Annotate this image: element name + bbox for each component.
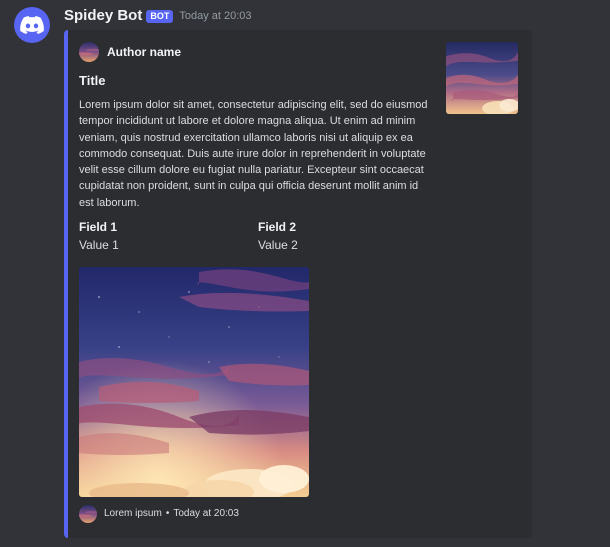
embed-footer: Lorem ipsum • Today at 20:03 <box>79 505 239 523</box>
message-header: Spidey Bot BOT Today at 20:03 <box>64 6 252 26</box>
chat-message: Spidey Bot BOT Today at 20:03 Author nam… <box>0 0 610 547</box>
username[interactable]: Spidey Bot <box>64 6 142 26</box>
embed-author: Author name <box>79 42 181 62</box>
embed-title[interactable]: Title <box>79 72 106 90</box>
embed-field: Field 2 Value 2 <box>258 218 437 254</box>
field-value: Value 1 <box>79 238 119 252</box>
bot-avatar[interactable] <box>14 7 50 43</box>
author-icon <box>79 42 99 62</box>
bot-tag: BOT <box>146 9 174 23</box>
embed-field: Field 1 Value 1 <box>79 218 258 254</box>
footer-separator: • <box>165 508 170 519</box>
embed-description: Lorem ipsum dolor sit amet, consectetur … <box>79 99 428 209</box>
message-timestamp[interactable]: Today at 20:03 <box>179 6 251 26</box>
field-value: Value 2 <box>258 238 298 252</box>
embed-author-name[interactable]: Author name <box>107 42 181 62</box>
embed-fields: Field 1 Value 1 Field 2 Value 2 <box>79 218 439 254</box>
footer-text: Lorem ipsum <box>104 508 162 519</box>
footer-timestamp: Today at 20:03 <box>173 508 239 519</box>
field-name: Field 1 <box>79 220 118 234</box>
embed-image[interactable] <box>79 267 309 497</box>
discord-logo-icon <box>20 16 44 34</box>
embed-thumbnail[interactable] <box>446 42 518 114</box>
field-name: Field 2 <box>258 220 297 234</box>
footer-icon <box>79 505 97 523</box>
embed: Author name Title Lorem ipsum dolor sit … <box>64 30 532 538</box>
